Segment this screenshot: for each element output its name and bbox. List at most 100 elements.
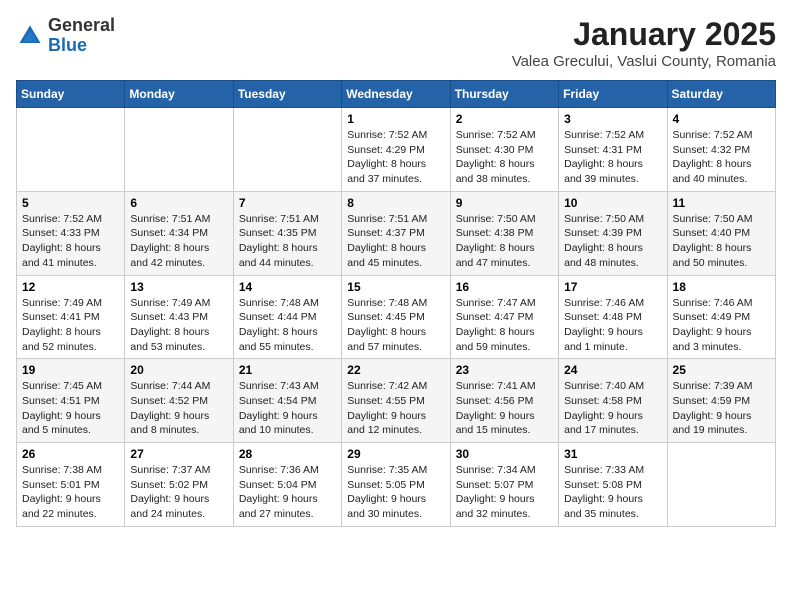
- calendar-cell: 28 Sunrise: 7:36 AM Sunset: 5:04 PM Dayli…: [233, 443, 341, 527]
- calendar-cell: 5 Sunrise: 7:52 AM Sunset: 4:33 PM Daylig…: [17, 191, 125, 275]
- day-number: 5: [22, 196, 119, 210]
- calendar-cell: 24 Sunrise: 7:40 AM Sunset: 4:58 PM Dayli…: [559, 359, 667, 443]
- calendar-cell: [17, 108, 125, 192]
- weekday-header-cell: Friday: [559, 81, 667, 108]
- calendar-cell: 3Sunrise: 7:52 AM Sunset: 4:31 PM Daylig…: [559, 108, 667, 192]
- calendar-cell: 6 Sunrise: 7:51 AM Sunset: 4:34 PM Daylig…: [125, 191, 233, 275]
- weekday-header-cell: Monday: [125, 81, 233, 108]
- day-info: Sunrise: 7:47 AM Sunset: 4:47 PM Dayligh…: [456, 296, 553, 355]
- day-info: Sunrise: 7:48 AM Sunset: 4:45 PM Dayligh…: [347, 296, 444, 355]
- logo: General Blue: [16, 16, 115, 56]
- day-info: Sunrise: 7:46 AM Sunset: 4:49 PM Dayligh…: [673, 296, 770, 355]
- calendar-cell: 11 Sunrise: 7:50 AM Sunset: 4:40 PM Dayli…: [667, 191, 775, 275]
- day-number: 30: [456, 447, 553, 461]
- day-info: Sunrise: 7:34 AM Sunset: 5:07 PM Dayligh…: [456, 463, 553, 522]
- day-number: 9: [456, 196, 553, 210]
- day-info: Sunrise: 7:42 AM Sunset: 4:55 PM Dayligh…: [347, 379, 444, 438]
- calendar-week-row: 1 Sunrise: 7:52 AM Sunset: 4:29 PM Daylig…: [17, 108, 776, 192]
- day-info: Sunrise: 7:50 AM Sunset: 4:40 PM Dayligh…: [673, 212, 770, 271]
- day-info: Sunrise: 7:51 AM Sunset: 4:35 PM Dayligh…: [239, 212, 336, 271]
- day-number: 2: [456, 112, 553, 126]
- logo-icon: [16, 22, 44, 50]
- day-info: Sunrise: 7:49 AM Sunset: 4:41 PM Dayligh…: [22, 296, 119, 355]
- calendar-cell: [233, 108, 341, 192]
- calendar-cell: 25 Sunrise: 7:39 AM Sunset: 4:59 PM Dayli…: [667, 359, 775, 443]
- calendar-cell: 1 Sunrise: 7:52 AM Sunset: 4:29 PM Daylig…: [342, 108, 450, 192]
- day-info: Sunrise: 7:52 AM Sunset: 4:29 PM Dayligh…: [347, 128, 444, 187]
- calendar-cell: 10Sunrise: 7:50 AM Sunset: 4:39 PM Dayli…: [559, 191, 667, 275]
- calendar-cell: 17 Sunrise: 7:46 AM Sunset: 4:48 PM Dayli…: [559, 275, 667, 359]
- day-number: 31: [564, 447, 661, 461]
- day-number: 6: [130, 196, 227, 210]
- calendar-cell: 15 Sunrise: 7:48 AM Sunset: 4:45 PM Dayli…: [342, 275, 450, 359]
- calendar-cell: [667, 443, 775, 527]
- day-info: Sunrise: 7:51 AM Sunset: 4:34 PM Dayligh…: [130, 212, 227, 271]
- day-number: 8: [347, 196, 444, 210]
- calendar-cell: 8 Sunrise: 7:51 AM Sunset: 4:37 PM Daylig…: [342, 191, 450, 275]
- day-number: 7: [239, 196, 336, 210]
- day-number: 11: [673, 196, 770, 210]
- calendar-week-row: 12Sunrise: 7:49 AM Sunset: 4:41 PM Dayli…: [17, 275, 776, 359]
- day-number: 4: [673, 112, 770, 126]
- calendar-cell: 4 Sunrise: 7:52 AM Sunset: 4:32 PM Daylig…: [667, 108, 775, 192]
- day-info: Sunrise: 7:41 AM Sunset: 4:56 PM Dayligh…: [456, 379, 553, 438]
- day-number: 10: [564, 196, 661, 210]
- calendar-week-row: 19 Sunrise: 7:45 AM Sunset: 4:51 PM Dayli…: [17, 359, 776, 443]
- calendar-cell: 19 Sunrise: 7:45 AM Sunset: 4:51 PM Dayli…: [17, 359, 125, 443]
- day-info: Sunrise: 7:52 AM Sunset: 4:33 PM Dayligh…: [22, 212, 119, 271]
- weekday-header-cell: Tuesday: [233, 81, 341, 108]
- day-info: Sunrise: 7:44 AM Sunset: 4:52 PM Dayligh…: [130, 379, 227, 438]
- title-block: January 2025 Valea Grecului, Vaslui Coun…: [512, 16, 776, 70]
- day-number: 1: [347, 112, 444, 126]
- day-info: Sunrise: 7:46 AM Sunset: 4:48 PM Dayligh…: [564, 296, 661, 355]
- day-info: Sunrise: 7:35 AM Sunset: 5:05 PM Dayligh…: [347, 463, 444, 522]
- day-number: 20: [130, 363, 227, 377]
- day-number: 24: [564, 363, 661, 377]
- day-number: 28: [239, 447, 336, 461]
- day-number: 27: [130, 447, 227, 461]
- calendar-body: 1 Sunrise: 7:52 AM Sunset: 4:29 PM Daylig…: [17, 108, 776, 527]
- calendar-cell: 12Sunrise: 7:49 AM Sunset: 4:41 PM Dayli…: [17, 275, 125, 359]
- day-info: Sunrise: 7:43 AM Sunset: 4:54 PM Dayligh…: [239, 379, 336, 438]
- day-number: 3: [564, 112, 661, 126]
- logo-blue-text: Blue: [48, 35, 87, 55]
- day-info: Sunrise: 7:33 AM Sunset: 5:08 PM Dayligh…: [564, 463, 661, 522]
- calendar-cell: 23Sunrise: 7:41 AM Sunset: 4:56 PM Dayli…: [450, 359, 558, 443]
- day-info: Sunrise: 7:52 AM Sunset: 4:30 PM Dayligh…: [456, 128, 553, 187]
- calendar-cell: 2 Sunrise: 7:52 AM Sunset: 4:30 PM Daylig…: [450, 108, 558, 192]
- calendar-cell: 7 Sunrise: 7:51 AM Sunset: 4:35 PM Daylig…: [233, 191, 341, 275]
- logo-general-text: General: [48, 15, 115, 35]
- calendar-cell: 14 Sunrise: 7:48 AM Sunset: 4:44 PM Dayli…: [233, 275, 341, 359]
- page-header: General Blue January 2025 Valea Grecului…: [16, 16, 776, 70]
- day-info: Sunrise: 7:51 AM Sunset: 4:37 PM Dayligh…: [347, 212, 444, 271]
- day-number: 22: [347, 363, 444, 377]
- day-number: 15: [347, 280, 444, 294]
- month-title: January 2025: [512, 16, 776, 53]
- location-title: Valea Grecului, Vaslui County, Romania: [512, 53, 776, 70]
- calendar-cell: 26Sunrise: 7:38 AM Sunset: 5:01 PM Dayli…: [17, 443, 125, 527]
- calendar-cell: 9 Sunrise: 7:50 AM Sunset: 4:38 PM Daylig…: [450, 191, 558, 275]
- day-info: Sunrise: 7:39 AM Sunset: 4:59 PM Dayligh…: [673, 379, 770, 438]
- calendar-cell: 30 Sunrise: 7:34 AM Sunset: 5:07 PM Dayli…: [450, 443, 558, 527]
- calendar-cell: [125, 108, 233, 192]
- day-number: 14: [239, 280, 336, 294]
- day-number: 18: [673, 280, 770, 294]
- day-info: Sunrise: 7:52 AM Sunset: 4:32 PM Dayligh…: [673, 128, 770, 187]
- day-info: Sunrise: 7:40 AM Sunset: 4:58 PM Dayligh…: [564, 379, 661, 438]
- weekday-header-cell: Sunday: [17, 81, 125, 108]
- day-number: 19: [22, 363, 119, 377]
- day-number: 26: [22, 447, 119, 461]
- day-number: 25: [673, 363, 770, 377]
- calendar-cell: 21 Sunrise: 7:43 AM Sunset: 4:54 PM Dayli…: [233, 359, 341, 443]
- day-number: 17: [564, 280, 661, 294]
- calendar-cell: 29 Sunrise: 7:35 AM Sunset: 5:05 PM Dayli…: [342, 443, 450, 527]
- day-info: Sunrise: 7:50 AM Sunset: 4:38 PM Dayligh…: [456, 212, 553, 271]
- day-info: Sunrise: 7:36 AM Sunset: 5:04 PM Dayligh…: [239, 463, 336, 522]
- day-info: Sunrise: 7:45 AM Sunset: 4:51 PM Dayligh…: [22, 379, 119, 438]
- calendar-week-row: 26Sunrise: 7:38 AM Sunset: 5:01 PM Dayli…: [17, 443, 776, 527]
- day-info: Sunrise: 7:48 AM Sunset: 4:44 PM Dayligh…: [239, 296, 336, 355]
- calendar-cell: 31 Sunrise: 7:33 AM Sunset: 5:08 PM Dayli…: [559, 443, 667, 527]
- day-number: 29: [347, 447, 444, 461]
- weekday-header-cell: Saturday: [667, 81, 775, 108]
- day-number: 21: [239, 363, 336, 377]
